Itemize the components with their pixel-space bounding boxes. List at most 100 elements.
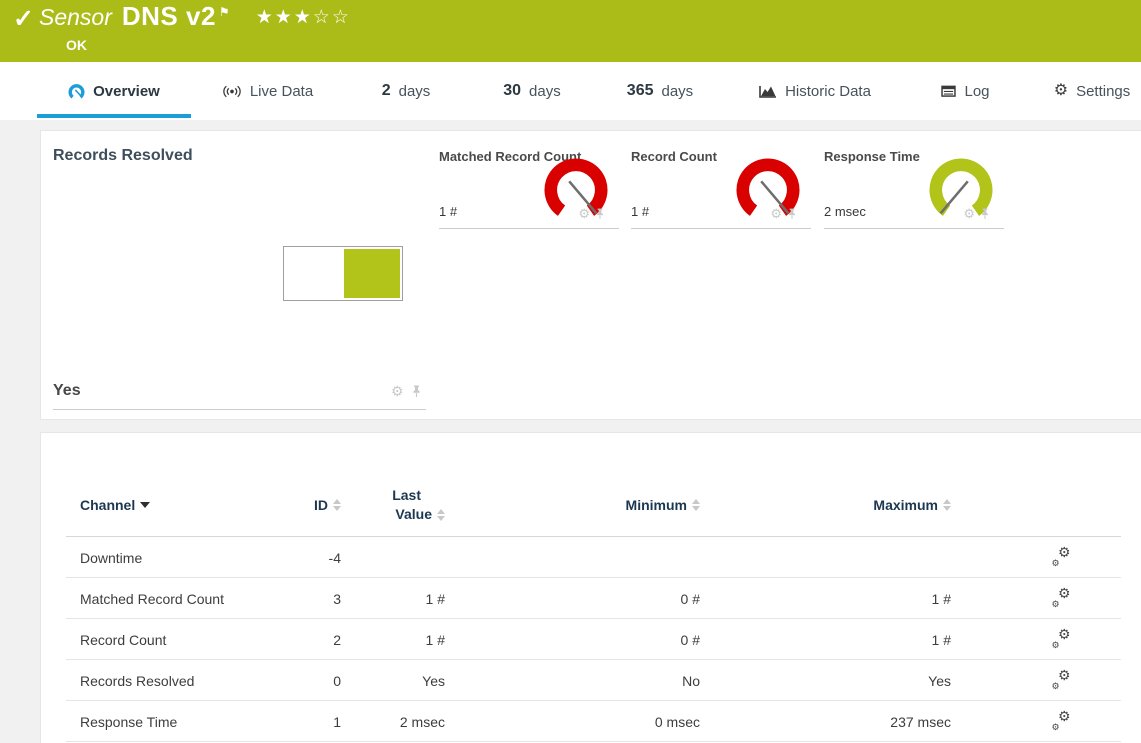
gear-icon[interactable]: ⚙ — [770, 207, 782, 220]
tab-30-days[interactable]: 30 days — [492, 62, 572, 120]
historic-data-icon — [759, 84, 777, 98]
channel-settings-gear-icon[interactable]: ⚙ ⚙ — [1052, 711, 1071, 732]
channel-settings-gear-icon[interactable]: ⚙ ⚙ — [1052, 547, 1071, 568]
tab-365-days[interactable]: 365 days — [615, 62, 705, 120]
gauge-title: Record Count — [631, 149, 717, 164]
cell-maximum: 1 # — [700, 591, 951, 607]
table-row: Downtime -4 ⚙ ⚙ — [41, 537, 1141, 578]
tab-number: 2 — [382, 82, 391, 100]
cell-maximum: Yes — [700, 673, 951, 689]
cell-channel: Record Count — [80, 632, 280, 648]
gear-icon[interactable]: ⚙ — [391, 384, 404, 398]
cell-maximum: 237 msec — [700, 714, 951, 730]
gauge-title: Response Time — [824, 149, 920, 164]
cell-minimum: 0 # — [445, 632, 700, 648]
cell-last-value: 1 # — [341, 632, 445, 648]
pin-icon[interactable] — [980, 208, 990, 220]
tab-bar: Overview Live Data 2 days 30 days 365 da… — [0, 62, 1141, 120]
cell-channel: Downtime — [80, 550, 280, 566]
cell-channel: Response Time — [80, 714, 280, 730]
tab-label: days — [399, 83, 431, 100]
cell-id: 3 — [280, 591, 341, 607]
gear-icon[interactable]: ⚙ — [963, 207, 975, 220]
sort-icon — [333, 499, 341, 511]
cell-id: 1 — [280, 714, 341, 730]
log-icon — [941, 85, 956, 97]
channel-table-body: Downtime -4 ⚙ ⚙ Matched Record Count 3 1… — [41, 537, 1141, 742]
sort-icon — [943, 499, 951, 511]
cell-minimum: No — [445, 673, 700, 689]
sort-desc-icon — [140, 502, 150, 508]
tab-label: days — [529, 83, 561, 100]
channel-settings-gear-icon[interactable]: ⚙ ⚙ — [1052, 670, 1071, 691]
pin-icon[interactable] — [411, 385, 422, 398]
gauge-tile-record-count: Record Count 1 # ⚙ — [631, 146, 811, 246]
records-resolved-chart-bar — [344, 249, 400, 298]
tab-label: Settings — [1076, 83, 1130, 100]
tab-log[interactable]: Log — [928, 62, 1003, 120]
tab-2-days[interactable]: 2 days — [370, 62, 442, 120]
tab-number: 365 — [627, 82, 654, 100]
table-row: Record Count 2 1 # 0 # 1 # ⚙ ⚙ — [41, 619, 1141, 660]
channel-settings-gear-icon[interactable]: ⚙ ⚙ — [1052, 629, 1071, 650]
tab-label: Log — [964, 83, 989, 100]
records-resolved-value: Yes — [53, 382, 81, 400]
status-badge: OK — [66, 37, 87, 53]
priority-stars[interactable]: ★★★☆☆ — [256, 6, 351, 29]
tab-live-data[interactable]: Live Data — [205, 62, 330, 120]
sensor-header: ✓ Sensor DNS v2 ⚑ ★★★☆☆ OK — [0, 0, 1141, 62]
gauge-tile-response-time: Response Time 2 msec ⚙ — [824, 146, 1004, 246]
tab-historic-data[interactable]: Historic Data — [742, 62, 888, 120]
tab-number: 30 — [503, 82, 521, 100]
tile-divider — [824, 228, 1004, 229]
tab-label: Live Data — [250, 83, 313, 100]
settings-icon: ⚙ — [1054, 83, 1068, 99]
tab-overview[interactable]: Overview — [37, 62, 191, 120]
cell-id: 2 — [280, 632, 341, 648]
column-header-id[interactable]: ID — [280, 497, 341, 513]
tile-divider — [631, 228, 811, 229]
cell-id: 0 — [280, 673, 341, 689]
sort-icon — [692, 499, 700, 511]
pin-icon[interactable] — [787, 208, 797, 220]
column-header-minimum[interactable]: Minimum — [445, 497, 700, 513]
cell-minimum: 0 msec — [445, 714, 700, 730]
cell-maximum: 1 # — [700, 632, 951, 648]
flag-icon[interactable]: ⚑ — [219, 5, 230, 19]
channel-table-header: Channel ID Last Value Minimum Maximum — [41, 473, 1141, 537]
gauge-tile-matched-record-count: Matched Record Count 1 # ⚙ — [439, 146, 619, 246]
column-header-last-value[interactable]: Last Value — [341, 486, 445, 524]
records-resolved-chart — [283, 246, 403, 301]
table-row: Response Time 1 2 msec 0 msec 237 msec ⚙… — [41, 701, 1141, 742]
cell-last-value: 1 # — [341, 591, 445, 607]
tile-divider — [439, 228, 619, 229]
column-header-maximum[interactable]: Maximum — [700, 497, 951, 513]
cell-last-value: 2 msec — [341, 714, 445, 730]
live-data-icon — [222, 85, 242, 98]
tile-divider — [53, 409, 426, 410]
gauge-value: 2 msec — [824, 204, 866, 219]
cell-id: -4 — [280, 550, 341, 566]
cell-channel: Matched Record Count — [80, 591, 280, 607]
stars-empty: ☆☆ — [313, 7, 351, 28]
tab-settings[interactable]: ⚙ Settings — [1042, 62, 1141, 120]
column-header-channel[interactable]: Channel — [80, 497, 280, 513]
cell-minimum: 0 # — [445, 591, 700, 607]
sensor-type-label: Sensor — [39, 4, 112, 31]
tab-label: days — [662, 83, 694, 100]
table-row: Matched Record Count 3 1 # 0 # 1 # ⚙ ⚙ — [41, 578, 1141, 619]
stars-filled: ★★★ — [256, 7, 313, 28]
gauge-value: 1 # — [439, 204, 457, 219]
gauge-value: 1 # — [631, 204, 649, 219]
ok-check-icon: ✓ — [13, 4, 34, 34]
overview-gauges-panel: Records Resolved Yes ⚙ Matched Record Co… — [40, 130, 1141, 420]
pin-icon[interactable] — [595, 208, 605, 220]
gear-icon[interactable]: ⚙ — [578, 207, 590, 220]
tab-label: Historic Data — [785, 83, 871, 100]
tab-label: Overview — [93, 83, 160, 100]
sensor-title-row: Sensor DNS v2 ⚑ ★★★☆☆ — [39, 1, 351, 32]
sort-icon — [437, 509, 445, 521]
channel-settings-gear-icon[interactable]: ⚙ ⚙ — [1052, 588, 1071, 609]
cell-channel: Records Resolved — [80, 673, 280, 689]
cell-last-value: Yes — [341, 673, 445, 689]
